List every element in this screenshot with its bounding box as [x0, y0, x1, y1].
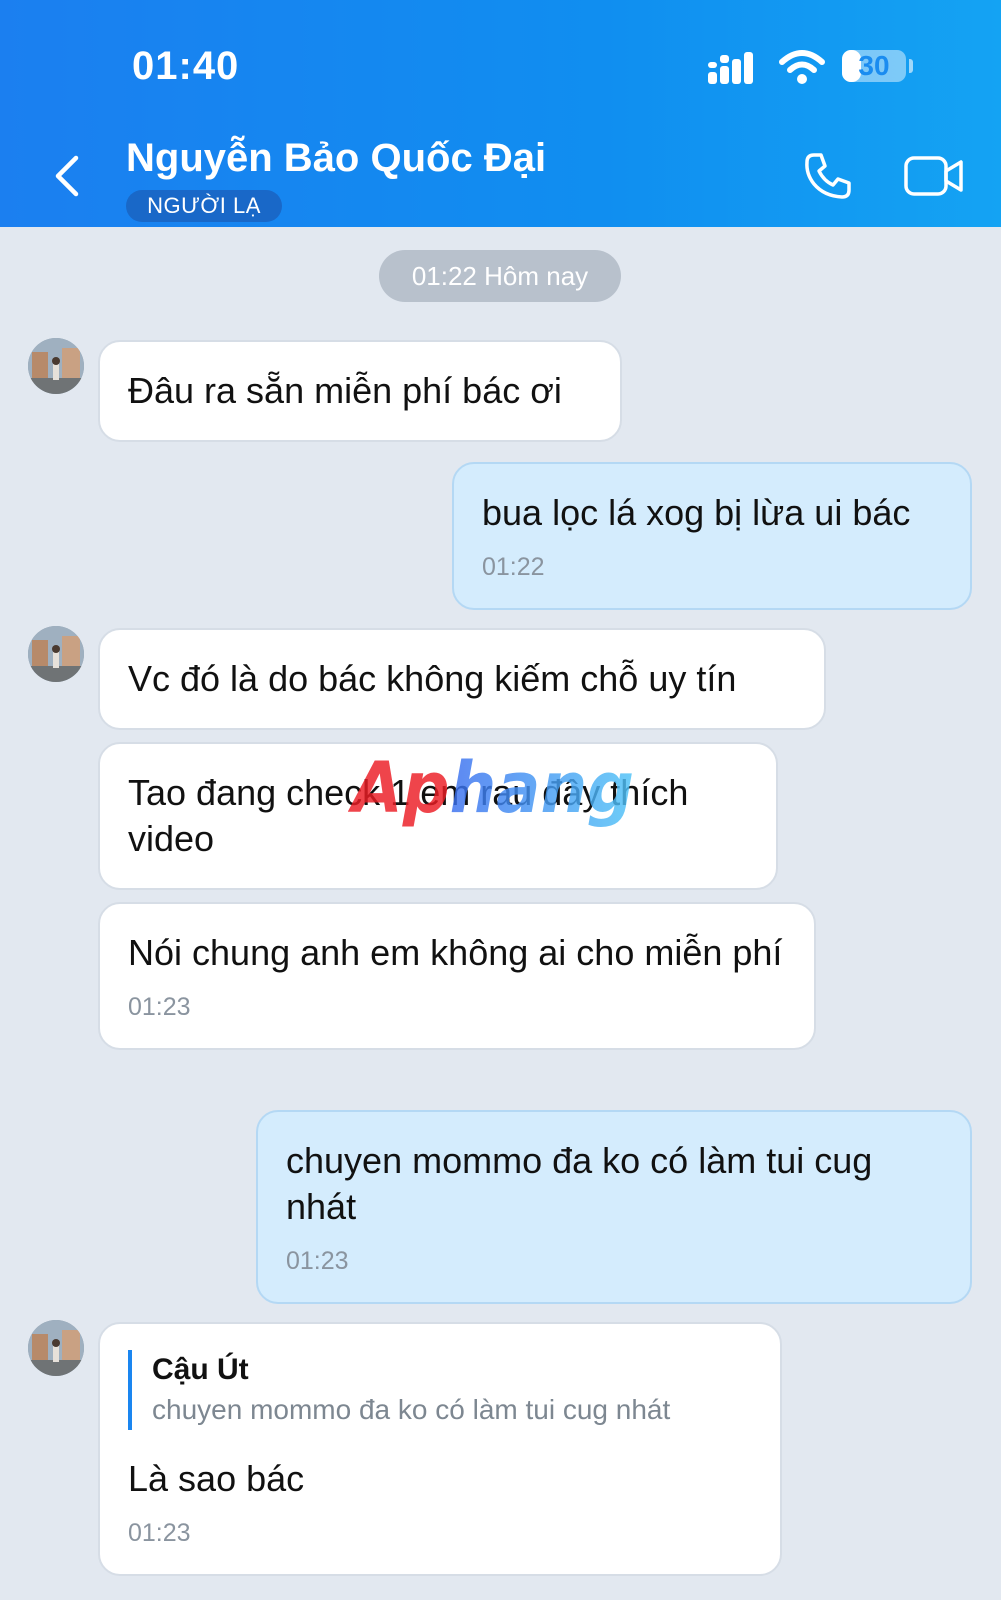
message-time: 01:23: [286, 1247, 349, 1275]
stranger-badge: NGƯỜI LẠ: [126, 190, 282, 222]
wifi-icon: [779, 50, 825, 84]
contact-name[interactable]: Nguyễn Bảo Quốc Đại: [126, 136, 546, 181]
date-separator: 01:22 Hôm nay: [379, 250, 621, 302]
cellular-signal-icon: [708, 52, 753, 84]
message-text: Là sao bác: [128, 1458, 305, 1499]
battery-percent: 30: [858, 50, 890, 81]
message-text: bua lọc lá xog bị lừa ui bác: [482, 492, 911, 533]
incoming-message[interactable]: Vc đó là do bác không kiếm chỗ uy tín: [98, 628, 826, 730]
contact-avatar[interactable]: [28, 626, 84, 682]
battery-icon: 30: [842, 50, 906, 82]
incoming-message[interactable]: Nói chung anh em không ai cho miễn phí 0…: [98, 902, 816, 1050]
status-time: 01:40: [132, 44, 240, 88]
contact-avatar[interactable]: [28, 1320, 84, 1376]
outgoing-message[interactable]: chuyen mommo đa ko có làm tui cug nhát 0…: [256, 1110, 972, 1304]
message-time: 01:22: [482, 553, 545, 581]
avatar-photo-icon: [28, 338, 84, 394]
message-text: Đâu ra sẵn miễn phí bác ơi: [128, 370, 562, 411]
quote-author: Cậu Út: [152, 1353, 249, 1386]
quoted-message[interactable]: Cậu Út chuyen mommo đa ko có làm tui cug…: [128, 1350, 752, 1430]
message-time: 01:23: [128, 993, 191, 1021]
message-text: Nói chung anh em không ai cho miễn phí: [128, 932, 783, 973]
back-chevron-icon[interactable]: [48, 152, 88, 200]
outgoing-message[interactable]: bua lọc lá xog bị lừa ui bác 01:22: [452, 462, 972, 610]
avatar-photo-icon: [28, 626, 84, 682]
message-text: Vc đó là do bác không kiếm chỗ uy tín: [128, 658, 737, 699]
battery-tip: [909, 59, 913, 73]
message-time: 01:23: [128, 1519, 191, 1547]
avatar-photo-icon: [28, 1320, 84, 1376]
incoming-message[interactable]: Đâu ra sẵn miễn phí bác ơi: [98, 340, 622, 442]
video-call-icon[interactable]: [904, 154, 964, 198]
contact-avatar[interactable]: [28, 338, 84, 394]
chat-header: 01:40 30 Nguyễn Bảo Quốc Đại NGƯỜI LẠ: [0, 0, 1001, 227]
quote-text: chuyen mommo đa ko có làm tui cug nhát: [152, 1394, 671, 1425]
message-text: Tao đang check 1 em rau đây thích video: [128, 772, 689, 859]
incoming-reply-message[interactable]: Cậu Út chuyen mommo đa ko có làm tui cug…: [98, 1322, 782, 1576]
phone-call-icon[interactable]: [802, 150, 854, 202]
message-text: chuyen mommo đa ko có làm tui cug nhát: [286, 1140, 873, 1227]
incoming-message[interactable]: Tao đang check 1 em rau đây thích video: [98, 742, 778, 890]
